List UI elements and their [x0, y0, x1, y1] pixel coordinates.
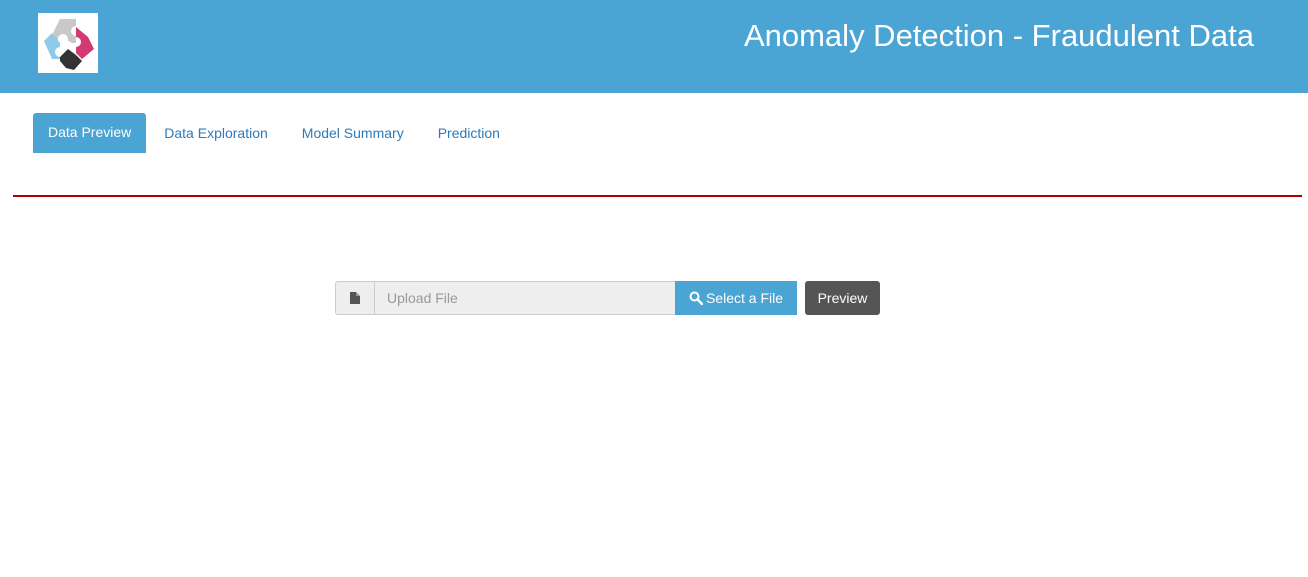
- app-header: Anomaly Detection - Fraudulent Data: [0, 0, 1308, 93]
- select-file-button[interactable]: Select a File: [675, 281, 797, 315]
- select-file-label: Select a File: [705, 290, 784, 306]
- section-divider: [13, 195, 1302, 197]
- app-title: Anomaly Detection - Fraudulent Data: [743, 18, 1254, 53]
- tab-data-exploration[interactable]: Data Exploration: [148, 113, 284, 153]
- tab-data-preview[interactable]: Data Preview: [33, 113, 147, 153]
- file-icon: [335, 281, 374, 315]
- file-upload-group: Select a File: [335, 281, 797, 315]
- tab-model-summary[interactable]: Model Summary: [286, 113, 420, 153]
- tab-prediction[interactable]: Prediction: [422, 113, 516, 153]
- main-tabs: Data Preview Data Exploration Model Summ…: [33, 113, 518, 153]
- puzzle-logo-icon: [38, 13, 98, 73]
- preview-button[interactable]: Preview: [805, 281, 880, 315]
- upload-file-input[interactable]: [374, 281, 687, 315]
- search-icon: [689, 291, 703, 305]
